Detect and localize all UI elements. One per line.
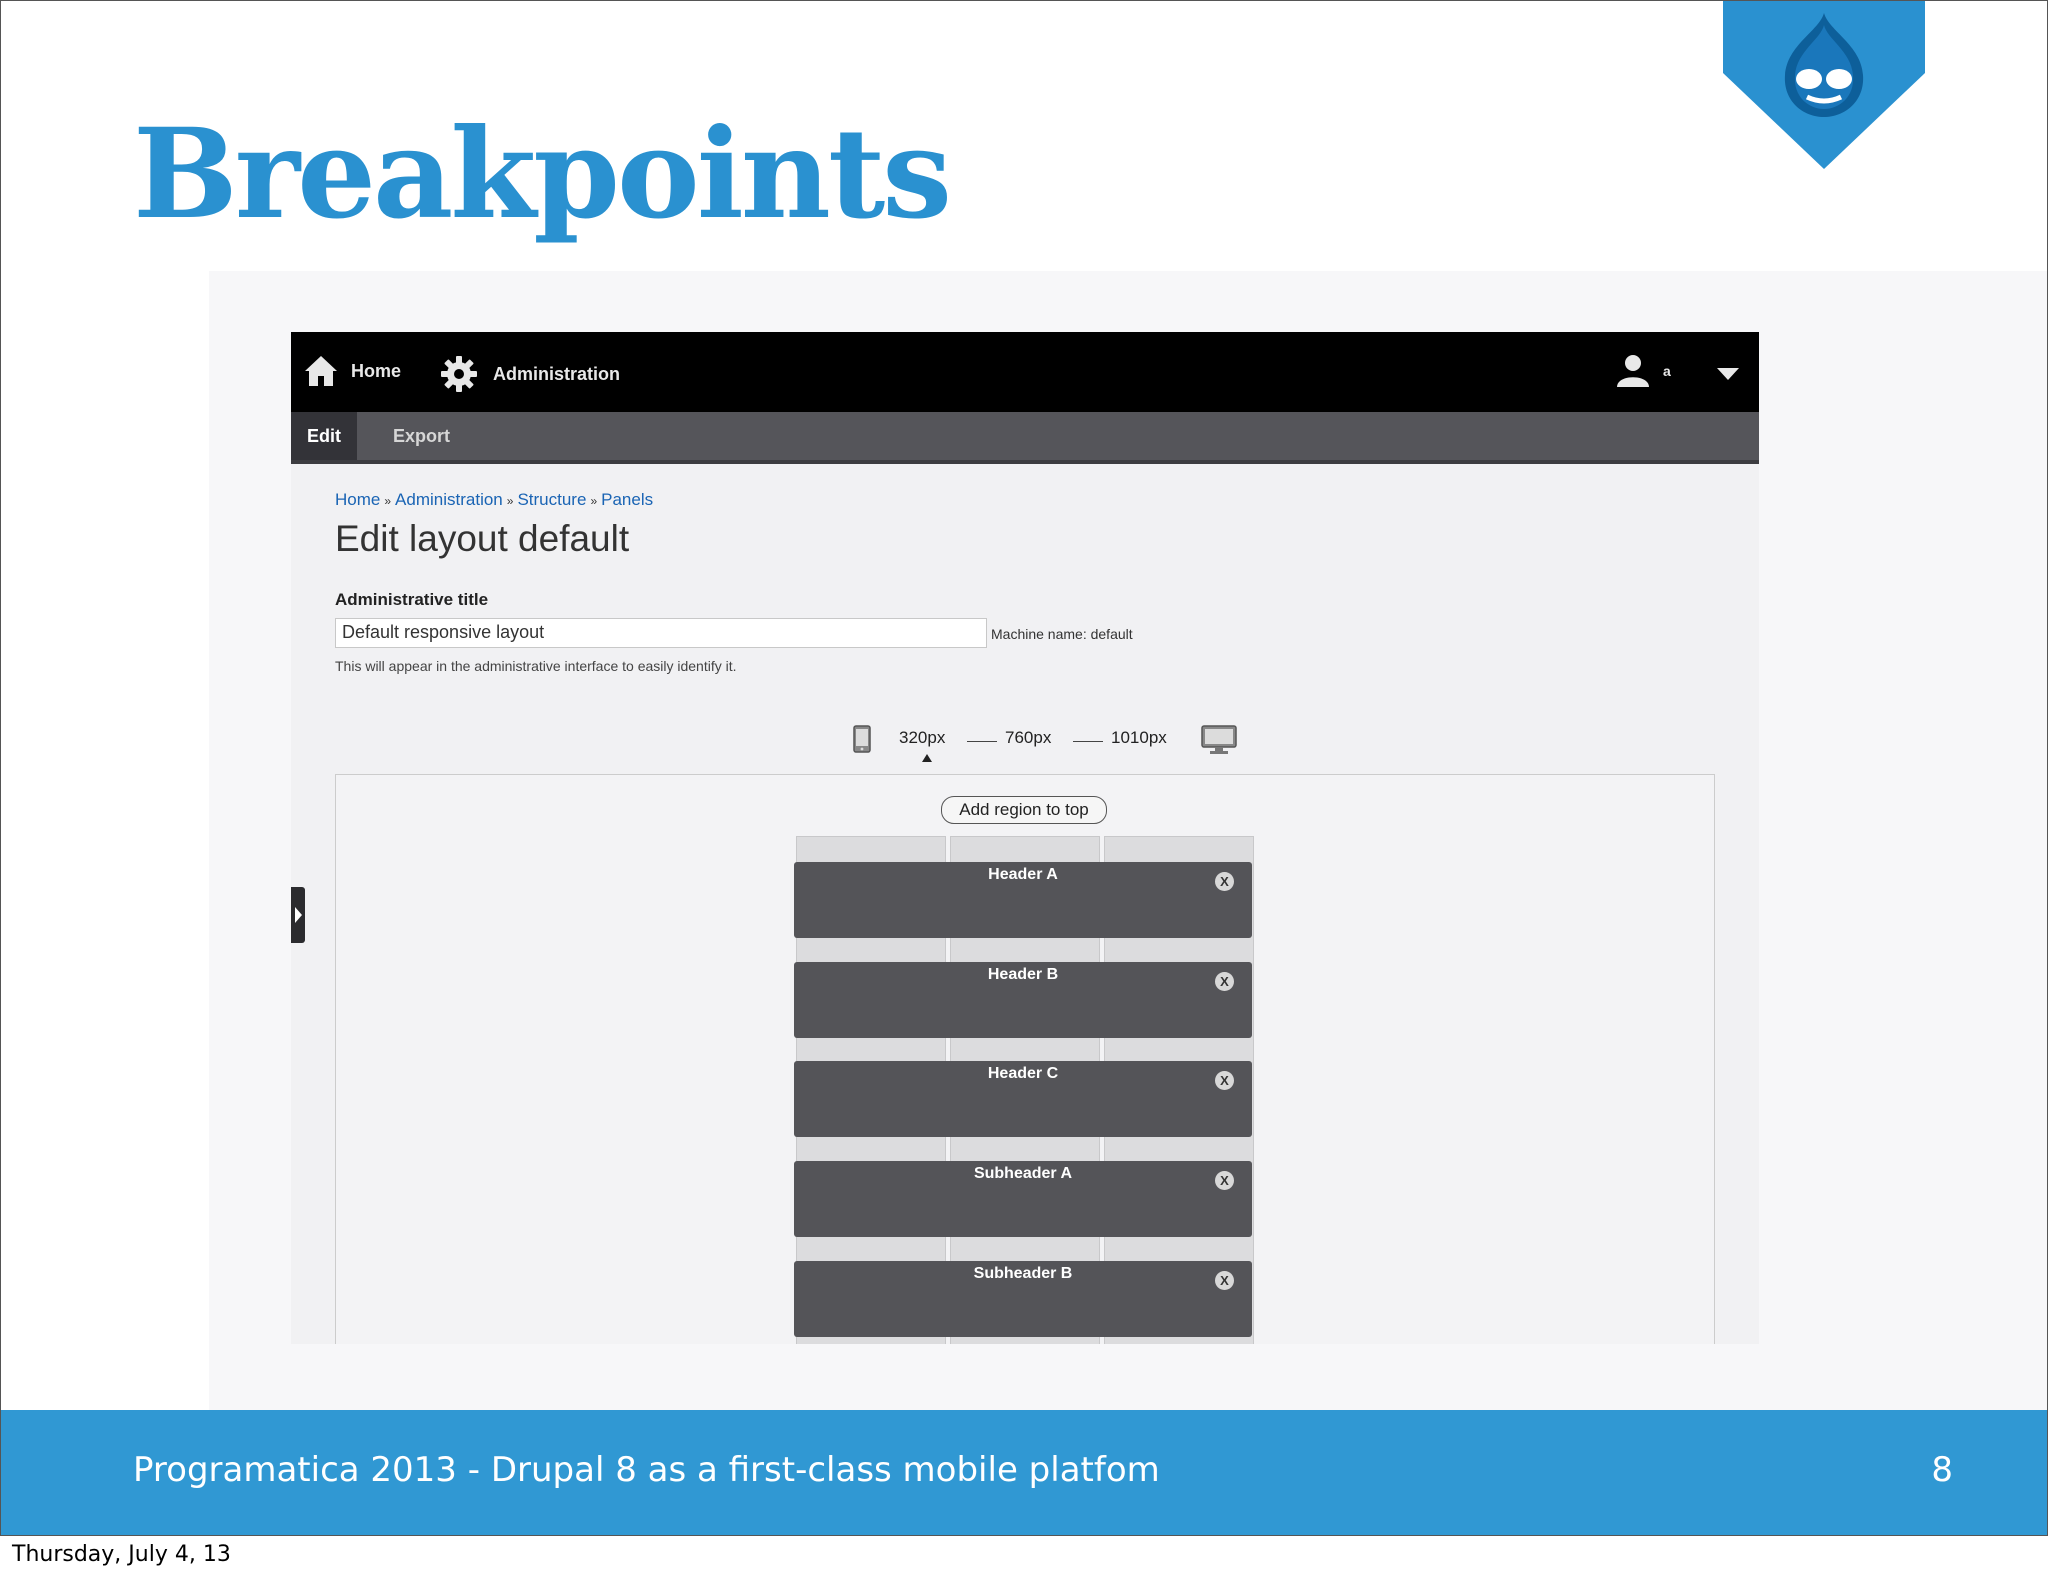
remove-region-button[interactable]: X — [1215, 872, 1234, 891]
region-name: Subheader A — [973, 1165, 1073, 1182]
remove-region-button[interactable]: X — [1215, 1071, 1234, 1090]
breadcrumb-structure[interactable]: Structure — [517, 490, 586, 509]
toolbar-user-label: a — [1663, 363, 1671, 379]
region-block[interactable]: Header B X — [794, 962, 1252, 1038]
toolbar-administration-link[interactable]: Administration — [439, 354, 620, 394]
breadcrumb-separator: » — [590, 494, 598, 508]
breadcrumb-separator: » — [506, 494, 514, 508]
region-name: Header C — [987, 1065, 1059, 1082]
remove-region-button[interactable]: X — [1215, 972, 1234, 991]
region-name: Header A — [988, 866, 1058, 883]
region-block[interactable]: Subheader B X — [794, 1261, 1252, 1337]
toolbar-administration-label: Administration — [493, 363, 621, 384]
selected-breakpoint-marker — [922, 754, 932, 762]
toolbar-home-label: Home — [351, 360, 402, 381]
administrative-title-label: Administrative title — [335, 590, 489, 609]
footer-text: Programatica 2013 - Drupal 8 as a first-… — [133, 1450, 1160, 1490]
sidebar-toggle[interactable] — [291, 887, 305, 943]
breakpoint-1010[interactable]: 1010px — [1111, 728, 1167, 748]
remove-region-button[interactable]: X — [1215, 1171, 1234, 1190]
home-icon — [305, 356, 337, 386]
breadcrumb: Home» Administration» Structure» Panels — [335, 490, 653, 510]
toolbar-home-link[interactable]: Home — [303, 354, 401, 388]
page-number: 8 — [1931, 1450, 1953, 1490]
remove-region-button[interactable]: X — [1215, 1271, 1234, 1290]
tab-bar: Edit Export — [291, 412, 1759, 464]
region-name: Subheader B — [973, 1265, 1073, 1282]
chevron-right-icon — [295, 907, 302, 923]
slide-title: Breakpoints — [133, 102, 952, 247]
region-block[interactable]: Subheader A X — [794, 1161, 1252, 1237]
field-description: This will appear in the administrative i… — [335, 658, 737, 674]
phone-icon[interactable] — [853, 725, 871, 753]
region-block[interactable]: Header A X — [794, 862, 1252, 938]
drupal-logo — [1723, 1, 1925, 169]
breakpoint-divider — [1073, 741, 1103, 742]
add-region-button[interactable]: Add region to top — [941, 796, 1107, 824]
breakpoint-760[interactable]: 760px — [1005, 728, 1051, 748]
machine-name: Machine name: default — [991, 626, 1133, 642]
breakpoint-320[interactable]: 320px — [899, 728, 945, 748]
embedded-screenshot: Home Administration a Edit Export Home »… — [291, 332, 1759, 1344]
breadcrumb-administration[interactable]: Administration — [395, 490, 503, 509]
slide-footer: Programatica 2013 - Drupal 8 as a first-… — [1, 1410, 2047, 1535]
tab-export[interactable]: Export — [377, 412, 466, 460]
tab-edit[interactable]: Edit — [291, 412, 357, 460]
gear-icon — [441, 356, 477, 392]
region-block[interactable]: Header C X — [794, 1061, 1252, 1137]
user-icon — [1617, 355, 1649, 387]
print-date: Thursday, July 4, 13 — [12, 1542, 231, 1567]
administrative-title-input[interactable]: Default responsive layout — [335, 618, 987, 648]
region-name: Header B — [987, 966, 1059, 983]
breadcrumb-separator: » — [384, 494, 392, 508]
caret-down-icon[interactable] — [1717, 368, 1739, 382]
page-title: Edit layout default — [335, 518, 630, 559]
breakpoint-divider — [967, 741, 997, 742]
slide: Breakpoints Home Administration a Edit E… — [0, 0, 2048, 1536]
breadcrumb-panels[interactable]: Panels — [601, 490, 653, 509]
admin-toolbar: Home Administration a — [291, 332, 1759, 412]
toolbar-user-menu[interactable]: a — [1613, 354, 1671, 388]
breadcrumb-home[interactable]: Home — [335, 490, 380, 509]
desktop-icon[interactable] — [1201, 725, 1237, 755]
